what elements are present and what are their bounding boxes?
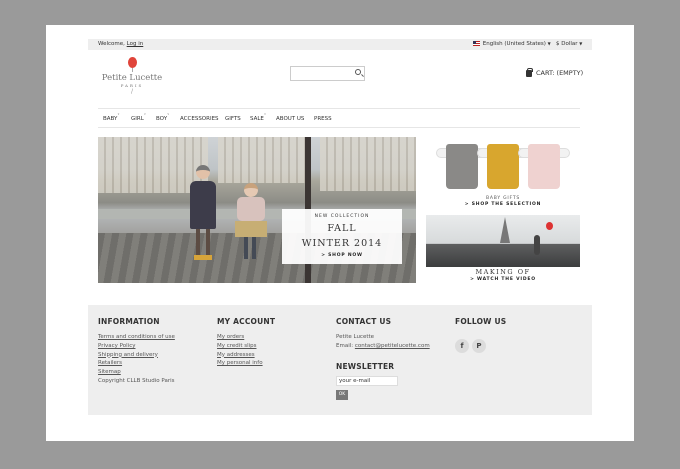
pinterest-icon[interactable]: P: [472, 339, 486, 353]
footer-heading: CONTACT US: [336, 317, 392, 326]
making-of-promo[interactable]: MAKING OF > WATCH THE VIDEO: [426, 215, 580, 283]
nav-item-gifts[interactable]: GIFTS: [225, 116, 241, 122]
login-link[interactable]: Log in: [127, 41, 144, 47]
balloon-icon: [127, 57, 137, 68]
nav-item-about-us[interactable]: ABOUT US: [276, 116, 304, 122]
company-name: Petite Lucette: [336, 334, 375, 340]
balloon-icon: [546, 222, 553, 230]
garment-grey-overall: [436, 144, 488, 189]
footer-heading: INFORMATION: [98, 317, 160, 326]
garment-pink-overall: [518, 144, 570, 189]
baby-gifts-promo[interactable]: BABY GIFTS > SHOP THE SELECTION: [426, 137, 580, 210]
nav-item-baby[interactable]: BABY˅: [103, 114, 120, 122]
making-of-title: MAKING OF: [475, 268, 531, 276]
retailers-link[interactable]: Retailers: [98, 359, 175, 368]
email-link[interactable]: contact@petitelucette.com: [355, 343, 430, 349]
brand-name: Petite Lucette: [101, 73, 163, 83]
footer-information: INFORMATION Terms and conditions of use …: [98, 317, 175, 386]
nav-label: BABY: [103, 116, 118, 122]
nav-item-girl[interactable]: GIRL˅: [131, 114, 147, 122]
nav-label: GIRL: [131, 116, 144, 122]
copyright-text: Copyright CLLB Studio Paris: [98, 377, 175, 384]
brand-logo[interactable]: Petite Lucette PARIS /: [100, 57, 164, 101]
my-orders-link[interactable]: My orders: [217, 333, 275, 342]
top-bar: Welcome, Log in English (United States) …: [88, 39, 592, 50]
footer-contact: CONTACT US Petite Lucette Email: contact…: [336, 317, 430, 400]
hero-child-figure: [232, 183, 268, 275]
eiffel-tower-shape: [500, 217, 510, 243]
running-child-figure: [534, 235, 540, 255]
cart-label: CART: (EMPTY): [536, 69, 584, 77]
hero-building: [320, 137, 416, 191]
main-nav: BABY˅ GIRL˅ BOY˅ ACCESSORIES GIFTS SALE˅…: [98, 108, 580, 128]
chevron-down-icon: ˅: [117, 114, 120, 119]
addresses-link[interactable]: My addresses: [217, 351, 275, 360]
shop-selection-link[interactable]: > SHOP THE SELECTION: [426, 202, 580, 207]
nav-item-boy[interactable]: BOY˅: [156, 114, 170, 122]
terms-link[interactable]: Terms and conditions of use: [98, 333, 175, 342]
footer: INFORMATION Terms and conditions of use …: [88, 305, 592, 415]
email-label: Email:: [336, 342, 354, 349]
facebook-icon[interactable]: f: [455, 339, 469, 353]
page-frame: Welcome, Log in English (United States) …: [46, 25, 634, 441]
logo-slash-icon: /: [130, 88, 134, 95]
caret-down-icon: ▼: [547, 41, 551, 46]
newsletter-ok-button[interactable]: OK: [336, 389, 348, 400]
search-icon[interactable]: [355, 69, 361, 75]
personal-info-link[interactable]: My personal info: [217, 359, 275, 368]
currency-label: $ Dollar: [556, 41, 578, 47]
language-selector[interactable]: English (United States) ▼: [473, 41, 551, 47]
nav-item-accessories[interactable]: ACCESSORIES: [180, 116, 219, 122]
chevron-down-icon: ˅: [143, 114, 147, 119]
nav-item-sale[interactable]: SALE˅: [250, 114, 267, 122]
cart-link[interactable]: CART: (EMPTY): [526, 67, 584, 77]
us-flag-icon: [473, 41, 480, 46]
newsletter-heading: NEWSLETTER: [336, 361, 395, 371]
currency-selector[interactable]: $ Dollar ▼: [556, 41, 582, 47]
contact-email-line: Email: contact@petitelucette.com: [336, 342, 430, 351]
watch-video-link[interactable]: > WATCH THE VIDEO: [426, 277, 580, 282]
nav-label: BOY: [156, 116, 168, 122]
caret-down-icon: ▼: [579, 41, 583, 46]
hero-headline: FALL: [327, 223, 357, 234]
search-input[interactable]: [291, 74, 351, 88]
baby-gifts-label: BABY GIFTS: [485, 196, 521, 201]
sitemap-link[interactable]: Sitemap: [98, 368, 175, 377]
privacy-link[interactable]: Privacy Policy: [98, 342, 175, 351]
footer-heading: FOLLOW US: [455, 317, 507, 326]
footer-follow: FOLLOW US fP: [455, 317, 506, 353]
nav-label: SALE: [250, 116, 264, 122]
footer-heading: MY ACCOUNT: [217, 317, 276, 326]
welcome-label: Welcome,: [98, 41, 125, 47]
credit-slips-link[interactable]: My credit slips: [217, 342, 275, 351]
chevron-down-icon: ˅: [263, 114, 267, 119]
hero-banner[interactable]: NEW COLLECTION FALL WINTER 2014 > SHOP N…: [98, 137, 416, 283]
chevron-down-icon: ˅: [167, 114, 170, 119]
language-label: English (United States): [482, 41, 546, 47]
hero-caption-box: NEW COLLECTION FALL WINTER 2014 > SHOP N…: [282, 209, 402, 264]
shopping-bag-icon: [526, 67, 533, 77]
hero-kicker: NEW COLLECTION: [314, 214, 370, 219]
shop-now-link[interactable]: > SHOP NOW: [282, 253, 402, 258]
hero-headline-2: WINTER 2014: [301, 238, 383, 249]
nav-item-press[interactable]: PRESS: [314, 116, 332, 122]
shipping-link[interactable]: Shipping and delivery: [98, 351, 175, 360]
search-box: [290, 66, 365, 88]
balloon-string: [131, 68, 133, 72]
garment-yellow-overall: [477, 144, 529, 189]
hero-child-figure: [186, 165, 220, 275]
hero-building: [218, 137, 308, 183]
welcome-text: Welcome, Log in: [98, 41, 143, 47]
newsletter-email-input[interactable]: [336, 375, 398, 386]
footer-my-account: MY ACCOUNT My orders My credit slips My …: [217, 317, 275, 368]
